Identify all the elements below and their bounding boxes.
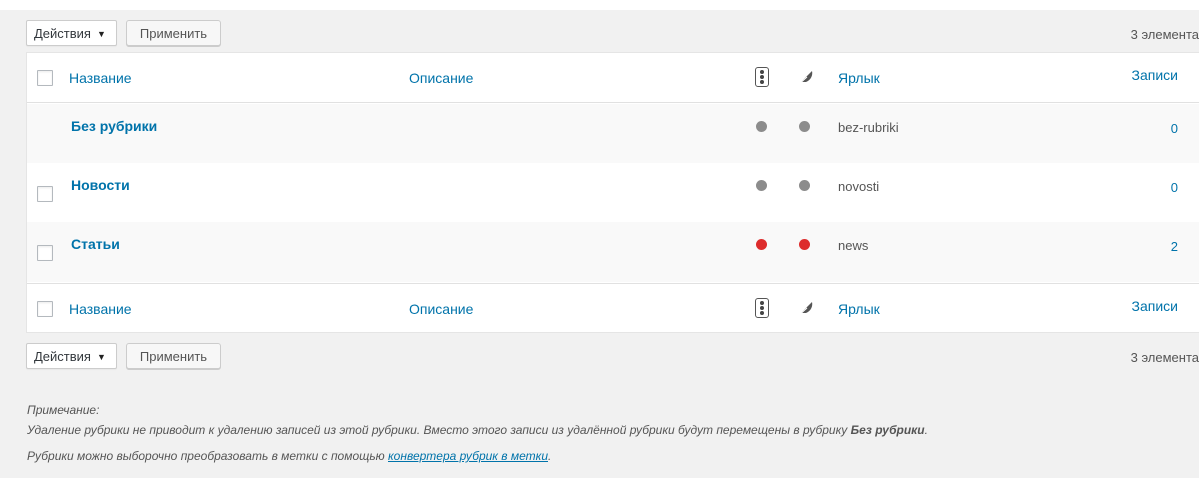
table-header: Название Описание Ярлык Записи [27, 53, 1199, 103]
status-dot [756, 239, 767, 250]
note-line-1-bold: Без рубрики [850, 423, 925, 437]
dropdown-arrow-icon: ▼ [96, 352, 106, 362]
dropdown-arrow-icon: ▼ [96, 29, 106, 39]
table-footer: Название Описание Ярлык Записи [27, 283, 1199, 333]
tablenav-top: Действия ▼ Применить 3 элемента [26, 20, 1199, 50]
feather-icon [796, 71, 813, 87]
term-name-link[interactable]: Новости [71, 177, 130, 193]
note-heading: Примечание: [27, 403, 100, 417]
bulk-actions-label: Действия [34, 349, 91, 364]
bulk-actions-label: Действия [34, 26, 91, 41]
term-name-link[interactable]: Статьи [71, 236, 120, 252]
status-dot [799, 121, 810, 132]
table-row: Статьи news 2 [27, 222, 1199, 282]
categories-list-screen: Действия ▼ Применить 3 элемента Название … [0, 0, 1199, 478]
top-edge [0, 0, 1199, 10]
column-description-sort[interactable]: Описание [409, 301, 473, 317]
status-dot [799, 239, 810, 250]
apply-button[interactable]: Применить [126, 343, 221, 369]
column-slug-sort[interactable]: Ярлык [838, 70, 880, 86]
traffic-light-icon [755, 298, 769, 318]
items-count: 3 элемента [1130, 350, 1199, 365]
note-line-2-text: Рубрики можно выборочно преобразовать в … [27, 449, 389, 463]
table-row: Без рубрики bez-rubriki 0 [27, 104, 1199, 163]
note-line-1: Удаление рубрики не приводит к удалению … [27, 423, 928, 437]
note-line-2: Рубрики можно выборочно преобразовать в … [27, 449, 551, 463]
term-slug: novosti [838, 179, 880, 194]
note-line-1-end: . [924, 423, 928, 437]
converter-link[interactable]: конвертера рубрик в метки [388, 449, 548, 463]
column-name-sort[interactable]: Название [69, 301, 132, 317]
table-row: Новости novosti 0 [27, 163, 1199, 222]
feather-icon [796, 302, 813, 318]
status-dot [756, 121, 767, 132]
column-name-sort[interactable]: Название [69, 70, 132, 86]
bulk-actions-select[interactable]: Действия ▼ [26, 20, 117, 46]
term-posts-count[interactable]: 0 [1171, 121, 1178, 136]
note-line-2-end: . [548, 449, 552, 463]
select-all-checkbox[interactable] [37, 70, 53, 86]
tablenav-bottom: Действия ▼ Применить 3 элемента [26, 343, 1199, 373]
row-checkbox[interactable] [37, 186, 53, 202]
term-name-link[interactable]: Без рубрики [71, 118, 157, 134]
status-dot [799, 180, 810, 191]
column-posts-sort[interactable]: Записи [1132, 298, 1178, 314]
items-count: 3 элемента [1130, 27, 1199, 42]
term-posts-count[interactable]: 2 [1171, 239, 1178, 254]
traffic-light-icon [755, 67, 769, 87]
note-line-1-text: Удаление рубрики не приводит к удалению … [27, 423, 851, 437]
term-slug: bez-rubriki [838, 120, 899, 135]
status-dot [756, 180, 767, 191]
bulk-actions-select[interactable]: Действия ▼ [26, 343, 117, 369]
column-slug-sort[interactable]: Ярлык [838, 301, 880, 317]
column-description-sort[interactable]: Описание [409, 70, 473, 86]
categories-table: Название Описание Ярлык Записи Без рубри… [26, 52, 1199, 333]
term-slug: news [838, 238, 869, 253]
column-posts-sort[interactable]: Записи [1132, 67, 1178, 83]
term-posts-count[interactable]: 0 [1171, 180, 1178, 195]
row-checkbox[interactable] [37, 245, 53, 261]
select-all-checkbox[interactable] [37, 301, 53, 317]
apply-button[interactable]: Применить [126, 20, 221, 46]
